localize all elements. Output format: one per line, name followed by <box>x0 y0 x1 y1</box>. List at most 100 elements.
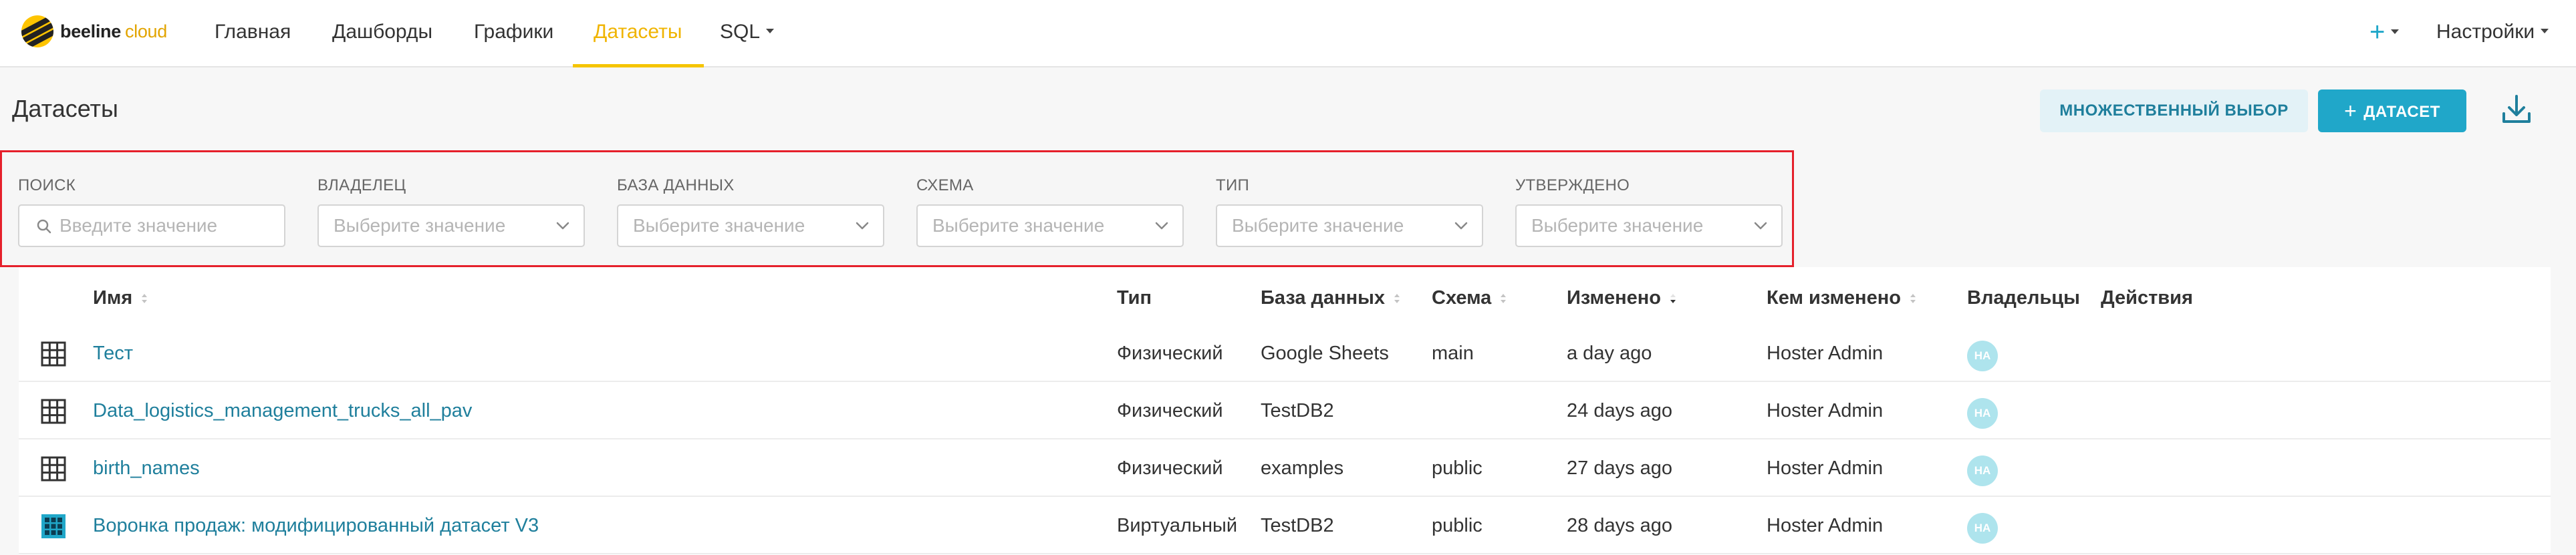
dataset-schema: public <box>1432 515 1483 536</box>
add-dataset-label: ДАТАСЕТ <box>2363 103 2440 121</box>
select-placeholder: Выберите значение <box>334 215 506 236</box>
dataset-modified: a day ago <box>1567 343 1652 364</box>
column-header-label: Схема <box>1432 287 1492 309</box>
column-header-name[interactable]: Имя <box>93 287 148 309</box>
nav-item-datasets[interactable]: Датасеты <box>594 0 682 66</box>
schema-select[interactable]: Выберите значение <box>916 204 1184 247</box>
dataset-name-link[interactable]: Тест <box>93 325 133 382</box>
certified-select[interactable]: Выберите значение <box>1515 204 1783 247</box>
dataset-name-link[interactable]: Data_logistics_management_trucks_all_pav <box>93 382 472 439</box>
table-row[interactable]: Data_logistics_management_trucks_all_pav… <box>19 382 2551 439</box>
owner-select[interactable]: Выберите значение <box>317 204 585 247</box>
column-header-label: Кем изменено <box>1767 287 1901 309</box>
chevron-down-icon <box>1454 222 1468 230</box>
chevron-down-icon <box>1754 222 1767 230</box>
plus-icon: + <box>2369 17 2386 47</box>
owner-avatar[interactable]: HA <box>1967 455 1998 486</box>
owner-avatar[interactable]: HA <box>1967 513 1998 544</box>
dataset-database: Google Sheets <box>1261 343 1389 364</box>
settings-menu[interactable]: Настройки <box>2436 0 2549 66</box>
filter-label: УТВЕРЖДЕНО <box>1515 176 1630 194</box>
column-header-database[interactable]: База данных <box>1261 287 1401 309</box>
nav-item-sql-label: SQL <box>720 21 761 43</box>
dataset-modified-by: Hoster Admin <box>1767 400 1884 421</box>
dataset-name-link[interactable]: Воронка продаж: модифицированный датасет… <box>93 497 539 554</box>
sort-icon <box>1394 294 1400 303</box>
owner-avatar[interactable]: HA <box>1967 341 1998 371</box>
table-row[interactable]: Воронка продаж: модифицированный датасет… <box>19 497 2551 554</box>
add-new-menu-button[interactable]: + <box>2369 15 2400 49</box>
filter-search: ПОИСК Введите значение <box>18 176 285 247</box>
plus-icon: + <box>2344 99 2357 123</box>
sort-icon <box>1501 294 1507 303</box>
search-input[interactable]: Введите значение <box>18 204 285 247</box>
search-icon <box>37 219 51 234</box>
nav-item-home[interactable]: Главная <box>215 0 291 66</box>
dataset-modified: 28 days ago <box>1567 515 1673 536</box>
filter-schema: СХЕМА Выберите значение <box>916 176 1184 247</box>
dataset-type: Виртуальный <box>1117 515 1238 536</box>
dataset-modified-by: Hoster Admin <box>1767 457 1884 479</box>
sort-icon <box>142 294 148 303</box>
database-select[interactable]: Выберите значение <box>617 204 884 247</box>
dataset-database: TestDB2 <box>1261 515 1334 536</box>
brand-logo[interactable]: beeline cloud <box>21 15 167 48</box>
column-header-label: Изменено <box>1567 287 1661 309</box>
dataset-schema: main <box>1432 343 1474 364</box>
column-header-modified-by[interactable]: Кем изменено <box>1767 287 1917 309</box>
active-tab-indicator <box>573 64 704 67</box>
filter-owner: ВЛАДЕЛЕЦ Выберите значение <box>317 176 585 247</box>
add-dataset-button[interactable]: + ДАТАСЕТ <box>2318 89 2466 132</box>
filter-label: БАЗА ДАННЫХ <box>617 176 735 194</box>
select-placeholder: Выберите значение <box>633 215 805 236</box>
dataset-type: Физический <box>1117 343 1223 364</box>
table-row[interactable]: Тест Физический Google Sheets main a day… <box>19 325 2551 382</box>
brand-name: beeline cloud <box>60 21 167 41</box>
column-header-modified[interactable]: Изменено <box>1567 287 1677 309</box>
filter-label: ТИП <box>1216 176 1250 194</box>
select-placeholder: Выберите значение <box>1531 215 1704 236</box>
filter-label: ПОИСК <box>18 176 76 194</box>
chevron-down-icon <box>856 222 869 230</box>
dataset-database: TestDB2 <box>1261 400 1334 421</box>
settings-label: Настройки <box>2436 21 2535 43</box>
nav-item-charts[interactable]: Графики <box>474 0 553 66</box>
filter-label: ВЛАДЕЛЕЦ <box>317 176 406 194</box>
search-placeholder: Введите значение <box>59 215 218 236</box>
table-row[interactable]: birth_names Физический examples public 2… <box>19 439 2551 497</box>
dataset-name-link[interactable]: birth_names <box>93 439 200 497</box>
physical-dataset-icon <box>41 456 66 482</box>
select-placeholder: Выберите значение <box>1232 215 1404 236</box>
select-placeholder: Выберите значение <box>932 215 1105 236</box>
owner-avatar[interactable]: HA <box>1967 398 1998 429</box>
sort-icon <box>1910 294 1916 303</box>
column-header-owners: Владельцы <box>1967 287 2080 309</box>
chevron-down-icon <box>2541 28 2549 33</box>
virtual-dataset-icon <box>41 514 66 538</box>
dataset-modified-by: Hoster Admin <box>1767 515 1884 536</box>
dataset-type: Физический <box>1117 400 1223 421</box>
column-header-schema[interactable]: Схема <box>1432 287 1507 309</box>
column-header-type: Тип <box>1117 287 1152 309</box>
chevron-down-icon <box>1155 222 1168 230</box>
top-navbar: beeline cloud Главная Дашборды Графики Да… <box>0 0 2576 67</box>
download-icon[interactable] <box>2500 92 2533 127</box>
page-title: Датасеты <box>12 95 118 122</box>
type-select[interactable]: Выберите значение <box>1216 204 1483 247</box>
physical-dataset-icon <box>41 399 66 424</box>
dataset-schema: public <box>1432 457 1483 479</box>
nav-item-dashboards[interactable]: Дашборды <box>332 0 432 66</box>
filters-panel: ПОИСК Введите значение ВЛАДЕЛЕЦ Выберите… <box>0 150 1794 267</box>
physical-dataset-icon <box>41 341 66 367</box>
beeline-logo-icon <box>21 15 53 47</box>
nav-item-sql[interactable]: SQL <box>720 0 775 66</box>
datasets-table: Имя Тип База данных Схема Изменено Кем и… <box>19 267 2551 555</box>
dataset-modified-by: Hoster Admin <box>1767 343 1884 364</box>
column-header-actions: Действия <box>2101 287 2193 309</box>
sort-desc-icon <box>1670 294 1676 303</box>
dataset-modified: 24 days ago <box>1567 400 1673 421</box>
dataset-type: Физический <box>1117 457 1223 479</box>
chevron-down-icon <box>2391 29 2400 34</box>
bulk-select-button[interactable]: МНОЖЕСТВЕННЫЙ ВЫБОР <box>2040 89 2308 132</box>
dataset-modified: 27 days ago <box>1567 457 1673 479</box>
